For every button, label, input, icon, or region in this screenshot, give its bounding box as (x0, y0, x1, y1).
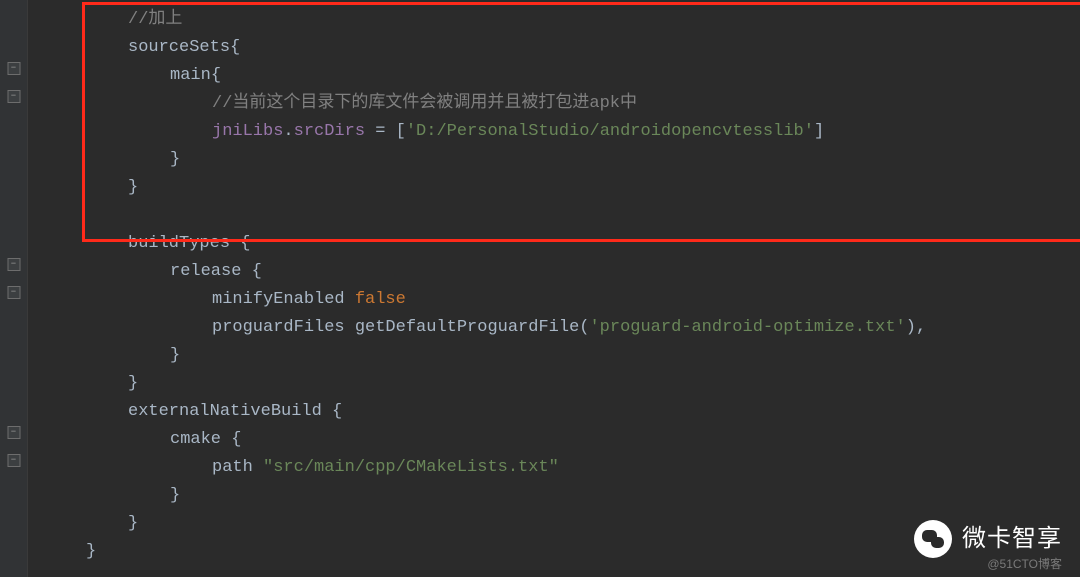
property: jniLibs (212, 122, 283, 141)
close-brace: } (170, 150, 180, 169)
code-line: main{ (28, 62, 1080, 90)
code-line: } (28, 370, 1080, 398)
identifier: cmake (170, 430, 221, 449)
fold-marker-icon[interactable] (7, 426, 20, 439)
code-line: release { (28, 258, 1080, 286)
fold-marker-icon[interactable] (7, 90, 20, 103)
gutter (0, 0, 28, 577)
code-line: //当前这个目录下的库文件会被调用并且被打包进apk中 (28, 90, 1080, 118)
code-line: } (28, 174, 1080, 202)
wechat-icon (914, 520, 952, 558)
fold-marker-icon[interactable] (7, 454, 20, 467)
property: srcDirs (294, 122, 365, 141)
code-line: } (28, 146, 1080, 174)
fold-marker-icon[interactable] (7, 286, 20, 299)
identifier: release (170, 262, 241, 281)
method-call: getDefaultProguardFile (355, 318, 579, 337)
string-literal: 'proguard-android-optimize.txt' (589, 318, 905, 337)
watermark-text: 微卡智享 (962, 519, 1062, 559)
dot: . (283, 122, 293, 141)
code-line: minifyEnabled false (28, 286, 1080, 314)
close-brace: } (170, 486, 180, 505)
open-brace: { (240, 234, 250, 253)
watermark: 微卡智享 (914, 519, 1062, 559)
identifier: externalNativeBuild (128, 402, 322, 421)
code-line: path "src/main/cpp/CMakeLists.txt" (28, 454, 1080, 482)
close-brace: } (170, 346, 180, 365)
close-brace: } (128, 178, 138, 197)
code-line-empty (28, 202, 1080, 230)
open-paren: ( (579, 318, 589, 337)
open-brace: { (252, 262, 262, 281)
fold-marker-icon[interactable] (7, 258, 20, 271)
identifier: path (212, 458, 253, 477)
boolean-value: false (355, 290, 406, 309)
identifier: proguardFiles (212, 318, 345, 337)
identifier: minifyEnabled (212, 290, 345, 309)
comma: , (916, 318, 926, 337)
code-line: buildTypes { (28, 230, 1080, 258)
open-bracket: [ (396, 122, 406, 141)
identifier: buildTypes (128, 234, 230, 253)
close-bracket: ] (814, 122, 824, 141)
open-brace: { (332, 402, 342, 421)
code-line: cmake { (28, 426, 1080, 454)
close-brace: } (86, 542, 96, 561)
equals: = (365, 122, 396, 141)
code-line: } (28, 342, 1080, 370)
close-paren: ) (906, 318, 916, 337)
code-line: sourceSets{ (28, 34, 1080, 62)
comment-text: //加上 (128, 10, 182, 29)
fold-marker-icon[interactable] (7, 62, 20, 75)
editor-container: //加上 sourceSets{ main{ //当前这个目录下的库文件会被调用… (0, 0, 1080, 577)
identifier: main (170, 66, 211, 85)
open-brace: { (211, 66, 221, 85)
code-line: externalNativeBuild { (28, 398, 1080, 426)
open-brace: { (230, 38, 240, 57)
close-brace: } (128, 374, 138, 393)
comment-text: //当前这个目录下的库文件会被调用并且被打包进apk中 (212, 94, 637, 113)
string-literal: "src/main/cpp/CMakeLists.txt" (263, 458, 559, 477)
code-line: proguardFiles getDefaultProguardFile('pr… (28, 314, 1080, 342)
close-brace: } (128, 514, 138, 533)
code-line: } (28, 482, 1080, 510)
code-line: jniLibs.srcDirs = ['D:/PersonalStudio/an… (28, 118, 1080, 146)
code-line: //加上 (28, 6, 1080, 34)
code-area[interactable]: //加上 sourceSets{ main{ //当前这个目录下的库文件会被调用… (28, 0, 1080, 577)
string-literal: 'D:/PersonalStudio/androidopencvtesslib' (406, 122, 814, 141)
open-brace: { (231, 430, 241, 449)
identifier: sourceSets (128, 38, 230, 57)
